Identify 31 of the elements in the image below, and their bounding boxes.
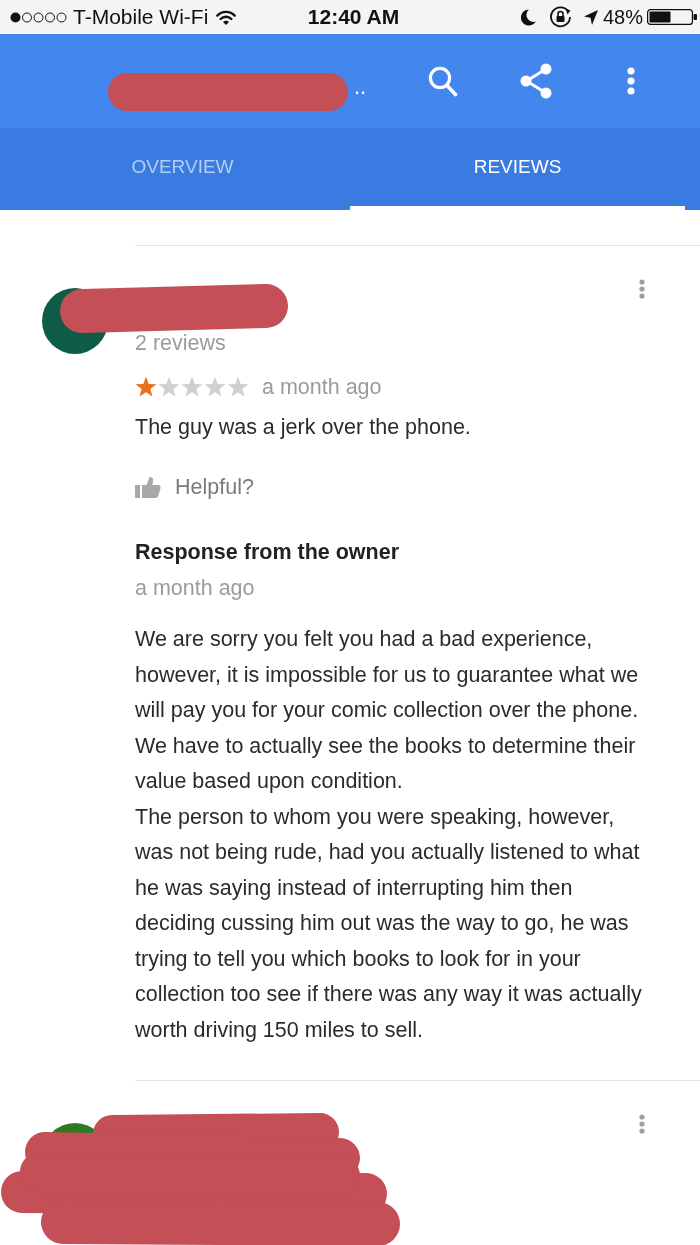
more-options-icon[interactable] bbox=[639, 279, 645, 299]
star-icon bbox=[204, 376, 226, 398]
share-icon[interactable] bbox=[520, 63, 552, 99]
response-paragraph: The person to whom you were speaking, however, was not being rude, had you actually listened to what he was saying instead of interrupting him then deciding cussing him out was the way to go, he was trying to tell you which books to look for in your collection too see if there was any way it was actually worth driving 150 miles to sell. bbox=[135, 803, 643, 1044]
signal-strength-icon bbox=[10, 11, 67, 23]
star-icon bbox=[181, 376, 203, 398]
helpful-button[interactable]: Helpful? bbox=[135, 472, 254, 502]
star-icon bbox=[135, 376, 157, 398]
wifi-icon bbox=[216, 9, 237, 25]
response-paragraph: We are sorry you felt you had a bad experience, however, it is impossible for us to guarantee what we will pay you for your comic collection over the phone. We have to actually see the books to determine their value based upon condition. bbox=[135, 626, 640, 795]
tab[interactable]: REVIEWS bbox=[350, 128, 685, 210]
review-text: The guy was a jerk over the phone. bbox=[135, 415, 472, 439]
clock-time: 12:40 AM bbox=[307, 5, 400, 29]
response-time: a month ago bbox=[135, 576, 256, 600]
thumbs-up-icon bbox=[135, 476, 161, 498]
rotation-lock-icon bbox=[548, 6, 572, 28]
moon-icon bbox=[520, 8, 536, 26]
location-arrow-icon bbox=[583, 9, 598, 25]
carrier-name: T-Mobile Wi-Fi bbox=[73, 5, 209, 29]
tab[interactable]: OVERVIEW bbox=[15, 128, 350, 210]
battery-icon bbox=[647, 9, 697, 25]
response-title: Response from the owner bbox=[135, 540, 400, 564]
review-count: 2 reviews bbox=[135, 331, 227, 355]
more-options-icon[interactable] bbox=[627, 67, 635, 95]
star-icon bbox=[227, 376, 249, 398]
battery-percent: 48% bbox=[602, 5, 643, 29]
star-icon bbox=[158, 376, 180, 398]
search-icon[interactable] bbox=[428, 65, 458, 97]
review-time: a month ago bbox=[262, 375, 382, 399]
more-options-icon[interactable] bbox=[639, 1114, 645, 1134]
toolbar-title: .. bbox=[354, 76, 367, 98]
